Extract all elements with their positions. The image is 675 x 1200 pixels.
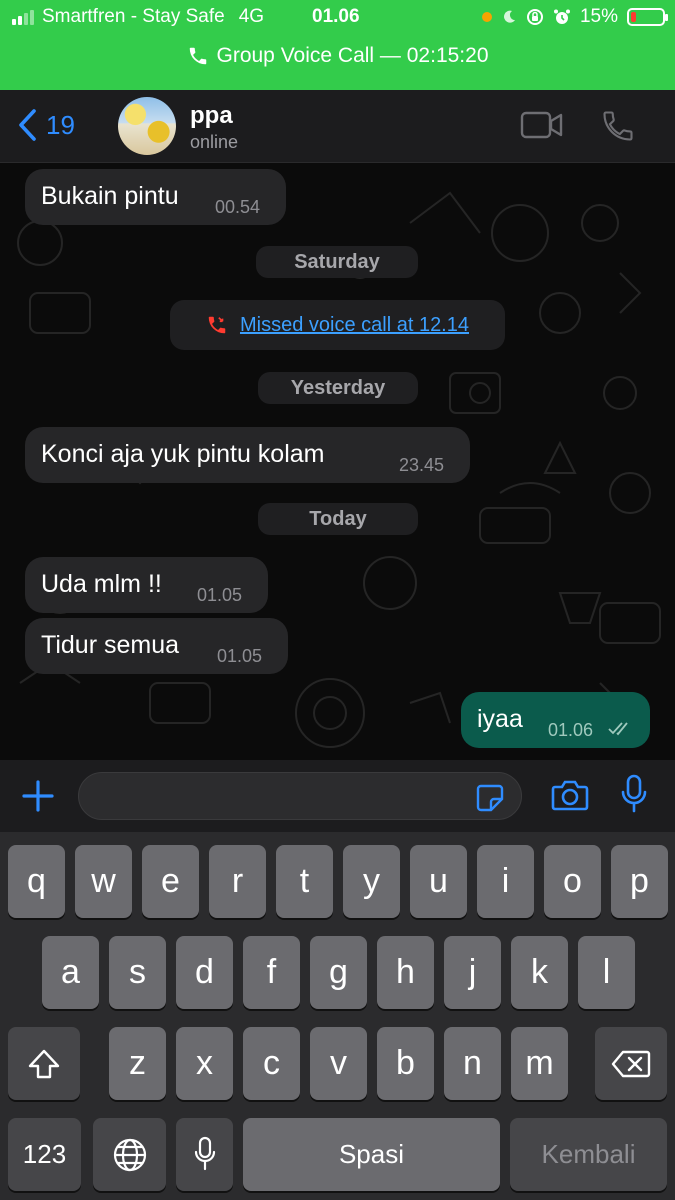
key-y[interactable]: y <box>343 845 400 918</box>
dictation-key[interactable] <box>176 1118 233 1191</box>
contact-status: online <box>190 132 239 152</box>
missed-call-icon <box>208 316 226 334</box>
message-time: 23.45 <box>399 455 445 475</box>
key-b[interactable]: b <box>377 1027 434 1100</box>
key-c[interactable]: c <box>243 1027 300 1100</box>
key-i[interactable]: i <box>477 845 534 918</box>
rotation-lock-icon <box>526 9 543 25</box>
space-key[interactable]: Spasi <box>243 1118 500 1191</box>
status-left: Smartfren - Stay Safe 4G <box>12 6 264 28</box>
message-time: 01.05 <box>197 585 243 605</box>
globe-key[interactable] <box>93 1118 166 1191</box>
alarm-icon <box>553 9 570 24</box>
battery-icon <box>627 8 668 26</box>
status-time: 01.06 <box>312 6 360 27</box>
key-u[interactable]: u <box>410 845 467 918</box>
moon-icon <box>503 10 515 23</box>
message-bubble-incoming[interactable]: Bukain pintu 00.54 <box>25 169 286 225</box>
key-k[interactable]: k <box>511 936 568 1009</box>
signal-strength-icon <box>12 9 34 25</box>
message-bubble-incoming[interactable]: Tidur semua 01.05 <box>25 618 288 674</box>
keyboard: q w e r t y u i o p a s d f g h j k l z … <box>0 832 675 1200</box>
call-banner-label: Group Voice Call — 02:15:20 <box>216 44 489 67</box>
missed-call-link[interactable]: Missed voice call at 12.14 <box>240 314 469 337</box>
microphone-icon <box>194 1136 215 1171</box>
key-f[interactable]: f <box>243 936 300 1009</box>
unread-count: 19 <box>46 109 75 140</box>
key-d[interactable]: d <box>176 936 233 1009</box>
read-receipt-icon <box>608 722 628 736</box>
backspace-key[interactable] <box>595 1027 667 1100</box>
message-time: 01.05 <box>217 646 263 666</box>
chat-area[interactable]: Bukain pintu 00.54 Saturday Missed voice… <box>0 163 675 760</box>
key-g[interactable]: g <box>310 936 367 1009</box>
key-n[interactable]: n <box>444 1027 501 1100</box>
key-r[interactable]: r <box>209 845 266 918</box>
chat-header: 19 ppa online <box>0 90 675 163</box>
avatar[interactable] <box>118 97 176 155</box>
key-w[interactable]: w <box>75 845 132 918</box>
key-s[interactable]: s <box>109 936 166 1009</box>
key-t[interactable]: t <box>276 845 333 918</box>
key-m[interactable]: m <box>511 1027 568 1100</box>
message-text: Tidur semua <box>41 631 180 659</box>
plus-icon[interactable] <box>20 778 56 814</box>
carrier-name: Smartfren - Stay Safe <box>42 6 225 27</box>
key-z[interactable]: z <box>109 1027 166 1100</box>
camera-icon[interactable] <box>551 778 589 812</box>
sticker-icon[interactable] <box>475 783 505 813</box>
key-x[interactable]: x <box>176 1027 233 1100</box>
message-text-field[interactable] <box>78 772 522 820</box>
shift-icon <box>28 1049 60 1079</box>
message-input-bar <box>0 760 675 832</box>
numbers-key[interactable]: 123 <box>8 1118 81 1191</box>
group-call-banner[interactable]: Group Voice Call — 02:15:20 <box>0 44 675 68</box>
key-v[interactable]: v <box>310 1027 367 1100</box>
key-p[interactable]: p <box>611 845 668 918</box>
battery-percent: 15% <box>579 6 618 27</box>
key-j[interactable]: j <box>444 936 501 1009</box>
call-banner-area: Smartfren - Stay Safe 4G 01.06 15% Group… <box>0 0 675 90</box>
key-o[interactable]: o <box>544 845 601 918</box>
key-e[interactable]: e <box>142 845 199 918</box>
key-a[interactable]: a <box>42 936 99 1009</box>
date-separator: Saturday <box>256 246 418 278</box>
battery-fill <box>631 12 636 22</box>
globe-icon <box>113 1138 146 1172</box>
shift-key[interactable] <box>8 1027 80 1100</box>
date-separator: Today <box>258 503 418 535</box>
key-h[interactable]: h <box>377 936 434 1009</box>
message-text: Bukain pintu <box>41 182 179 210</box>
microphone-icon[interactable] <box>620 774 648 814</box>
message-bubble-outgoing[interactable]: iyaa 01.06 <box>461 692 650 748</box>
video-call-icon[interactable] <box>520 110 564 140</box>
mic-in-use-indicator <box>481 12 492 22</box>
back-button[interactable]: 19 <box>18 108 75 142</box>
message-text: iyaa <box>477 705 523 733</box>
backspace-icon <box>611 1050 651 1078</box>
message-text: Konci aja yuk pintu kolam <box>41 440 325 468</box>
message-time: 00.54 <box>215 197 261 217</box>
message-input[interactable] <box>79 773 521 819</box>
voice-call-icon[interactable] <box>600 108 636 144</box>
missed-call-notice[interactable]: Missed voice call at 12.14 <box>170 300 505 350</box>
status-right: 15% <box>481 6 668 28</box>
date-separator: Yesterday <box>258 372 418 404</box>
return-key[interactable]: Kembali <box>510 1118 667 1191</box>
message-bubble-incoming[interactable]: Konci aja yuk pintu kolam 23.45 <box>25 427 470 483</box>
message-time: 01.06 <box>548 720 594 740</box>
chevron-left-icon <box>19 109 36 141</box>
contact-name[interactable]: ppa <box>190 102 233 130</box>
network-type: 4G <box>238 6 265 27</box>
message-text: Uda mlm !! <box>41 570 162 598</box>
phone-icon <box>189 47 206 65</box>
key-l[interactable]: l <box>578 936 635 1009</box>
message-bubble-incoming[interactable]: Uda mlm !! 01.05 <box>25 557 268 613</box>
status-bar: Smartfren - Stay Safe 4G 01.06 15% <box>0 0 675 34</box>
key-q[interactable]: q <box>8 845 65 918</box>
